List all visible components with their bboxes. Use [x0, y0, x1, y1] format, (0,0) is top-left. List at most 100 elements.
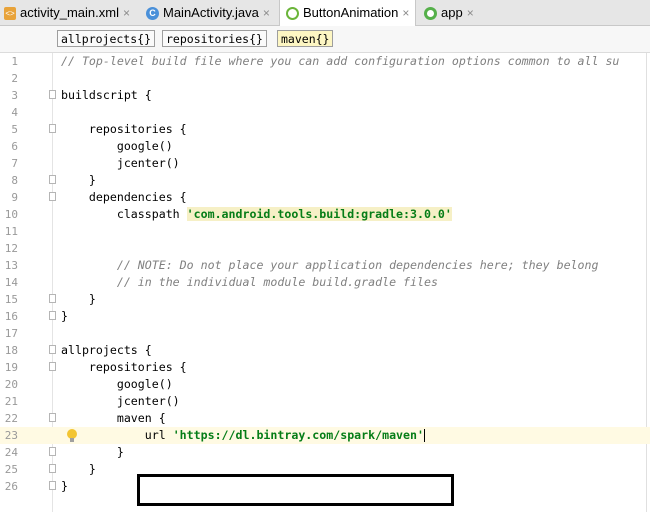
fold-marker-icon[interactable] [49, 311, 56, 320]
close-icon[interactable]: × [123, 6, 130, 20]
fold-marker-icon[interactable] [49, 294, 56, 303]
close-icon[interactable]: × [467, 6, 474, 20]
line-number: 11 [4, 225, 18, 238]
code-line[interactable]: 9 dependencies { [0, 189, 650, 206]
fold-marker-icon[interactable] [49, 124, 56, 133]
code-text: maven { [116, 411, 166, 425]
fold-marker-icon[interactable] [49, 413, 56, 422]
code-text: jcenter() [116, 394, 180, 408]
fold-marker-icon[interactable] [49, 192, 56, 201]
line-number: 18 [4, 344, 18, 357]
code-text: } [116, 445, 124, 459]
close-icon[interactable]: × [263, 6, 270, 20]
line-number: 25 [4, 463, 18, 476]
java-class-icon: C [146, 7, 159, 21]
code-text: } [88, 462, 96, 476]
line-number: 6 [11, 140, 18, 153]
fold-marker-icon[interactable] [49, 464, 56, 473]
tab-app[interactable]: app × [424, 0, 474, 25]
line-number: 2 [11, 72, 18, 85]
line-number: 21 [4, 395, 18, 408]
code-line[interactable]: 8 } [0, 172, 650, 189]
fold-marker-icon[interactable] [49, 175, 56, 184]
code-line[interactable]: 4 [0, 104, 650, 121]
fold-marker-icon[interactable] [49, 362, 56, 371]
breadcrumb-item-maven[interactable]: maven{} [277, 30, 334, 47]
string-literal: 'com.android.tools.build:gradle:3.0.0' [186, 207, 452, 221]
line-number: 20 [4, 378, 18, 391]
line-number: 1 [11, 55, 18, 68]
code-line[interactable]: 14 // in the individual module build.gra… [0, 274, 650, 291]
android-module-icon [286, 7, 299, 21]
line-number: 9 [11, 191, 18, 204]
code-line[interactable]: 10 classpath 'com.android.tools.build:gr… [0, 206, 650, 223]
tab-button-animation[interactable]: ButtonAnimation × [279, 0, 417, 26]
code-line[interactable]: 11 [0, 223, 650, 240]
code-line[interactable]: 16} [0, 308, 650, 325]
code-line[interactable]: 23 url 'https://dl.bintray.com/spark/mav… [0, 427, 650, 444]
line-number: 15 [4, 293, 18, 306]
fold-marker-icon[interactable] [49, 481, 56, 490]
tab-label: MainActivity.java [163, 5, 259, 20]
code-line[interactable]: 19 repositories { [0, 359, 650, 376]
code-text: } [61, 479, 68, 493]
code-line[interactable]: 15 } [0, 291, 650, 308]
code-line[interactable]: 17 [0, 325, 650, 342]
code-text: jcenter() [116, 156, 180, 170]
code-line[interactable]: 22 maven { [0, 410, 650, 427]
fold-marker-icon[interactable] [49, 90, 56, 99]
code-line[interactable]: 12 [0, 240, 650, 257]
code-line[interactable]: 18 allprojects { [0, 342, 650, 359]
code-text: } [88, 173, 96, 187]
string-literal: 'https://dl.bintray.com/spark/maven' [172, 428, 424, 442]
code-line[interactable]: 3 buildscript { [0, 87, 650, 104]
tab-activity-main-xml[interactable]: <> activity_main.xml × [4, 0, 130, 25]
code-text: // Top-level build file where you can ad… [61, 54, 620, 68]
code-text: // NOTE: Do not place your application d… [116, 258, 599, 272]
breadcrumb-item-allprojects[interactable]: allprojects{} [57, 30, 156, 47]
code-line[interactable]: 24 } [0, 444, 650, 461]
annotation-highlight-box [137, 474, 454, 506]
breadcrumb: allprojects{} repositories{} maven{} [0, 26, 650, 53]
fold-marker-icon[interactable] [49, 447, 56, 456]
tab-label: ButtonAnimation [303, 5, 399, 20]
code-line[interactable]: 6 google() [0, 138, 650, 155]
code-line[interactable]: 5 repositories { [0, 121, 650, 138]
code-line[interactable]: 20 google() [0, 376, 650, 393]
tab-label: app [441, 5, 463, 20]
code-editor[interactable]: 1 // Top-level build file where you can a… [0, 53, 650, 512]
line-number: 14 [4, 276, 18, 289]
line-number: 12 [4, 242, 18, 255]
code-text: repositories { [88, 122, 187, 136]
xml-file-icon: <> [4, 7, 16, 21]
code-text: google() [116, 139, 173, 153]
line-number: 24 [4, 446, 18, 459]
code-text: classpath 'com.android.tools.build:gradl… [116, 207, 452, 221]
code-text: dependencies { [88, 190, 187, 204]
code-line[interactable]: 2 [0, 70, 650, 87]
code-line[interactable]: 13 // NOTE: Do not place your applicatio… [0, 257, 650, 274]
line-number: 23 [4, 429, 18, 442]
code-line[interactable]: 21 jcenter() [0, 393, 650, 410]
code-text: } [88, 292, 96, 306]
breadcrumb-item-repositories[interactable]: repositories{} [162, 30, 267, 47]
close-icon[interactable]: × [402, 6, 409, 20]
line-number: 13 [4, 259, 18, 272]
line-number: 22 [4, 412, 18, 425]
code-text: buildscript { [61, 88, 152, 102]
code-text: url 'https://dl.bintray.com/spark/maven' [144, 428, 425, 442]
editor-tab-bar: <> activity_main.xml × C MainActivity.java ×… [0, 0, 650, 26]
code-line[interactable]: 7 jcenter() [0, 155, 650, 172]
fold-marker-icon[interactable] [49, 345, 56, 354]
line-number: 5 [11, 123, 18, 136]
text-caret [423, 429, 425, 442]
line-number: 8 [11, 174, 18, 187]
line-number: 3 [11, 89, 18, 102]
app-module-icon [424, 7, 437, 21]
tab-label: activity_main.xml [20, 5, 119, 20]
line-number: 4 [11, 106, 18, 119]
line-number: 26 [4, 480, 18, 493]
code-text: // in the individual module build.gradle… [116, 275, 438, 289]
tab-main-activity-java[interactable]: C MainActivity.java × [146, 0, 270, 25]
code-line[interactable]: 1 // Top-level build file where you can a… [0, 53, 650, 70]
